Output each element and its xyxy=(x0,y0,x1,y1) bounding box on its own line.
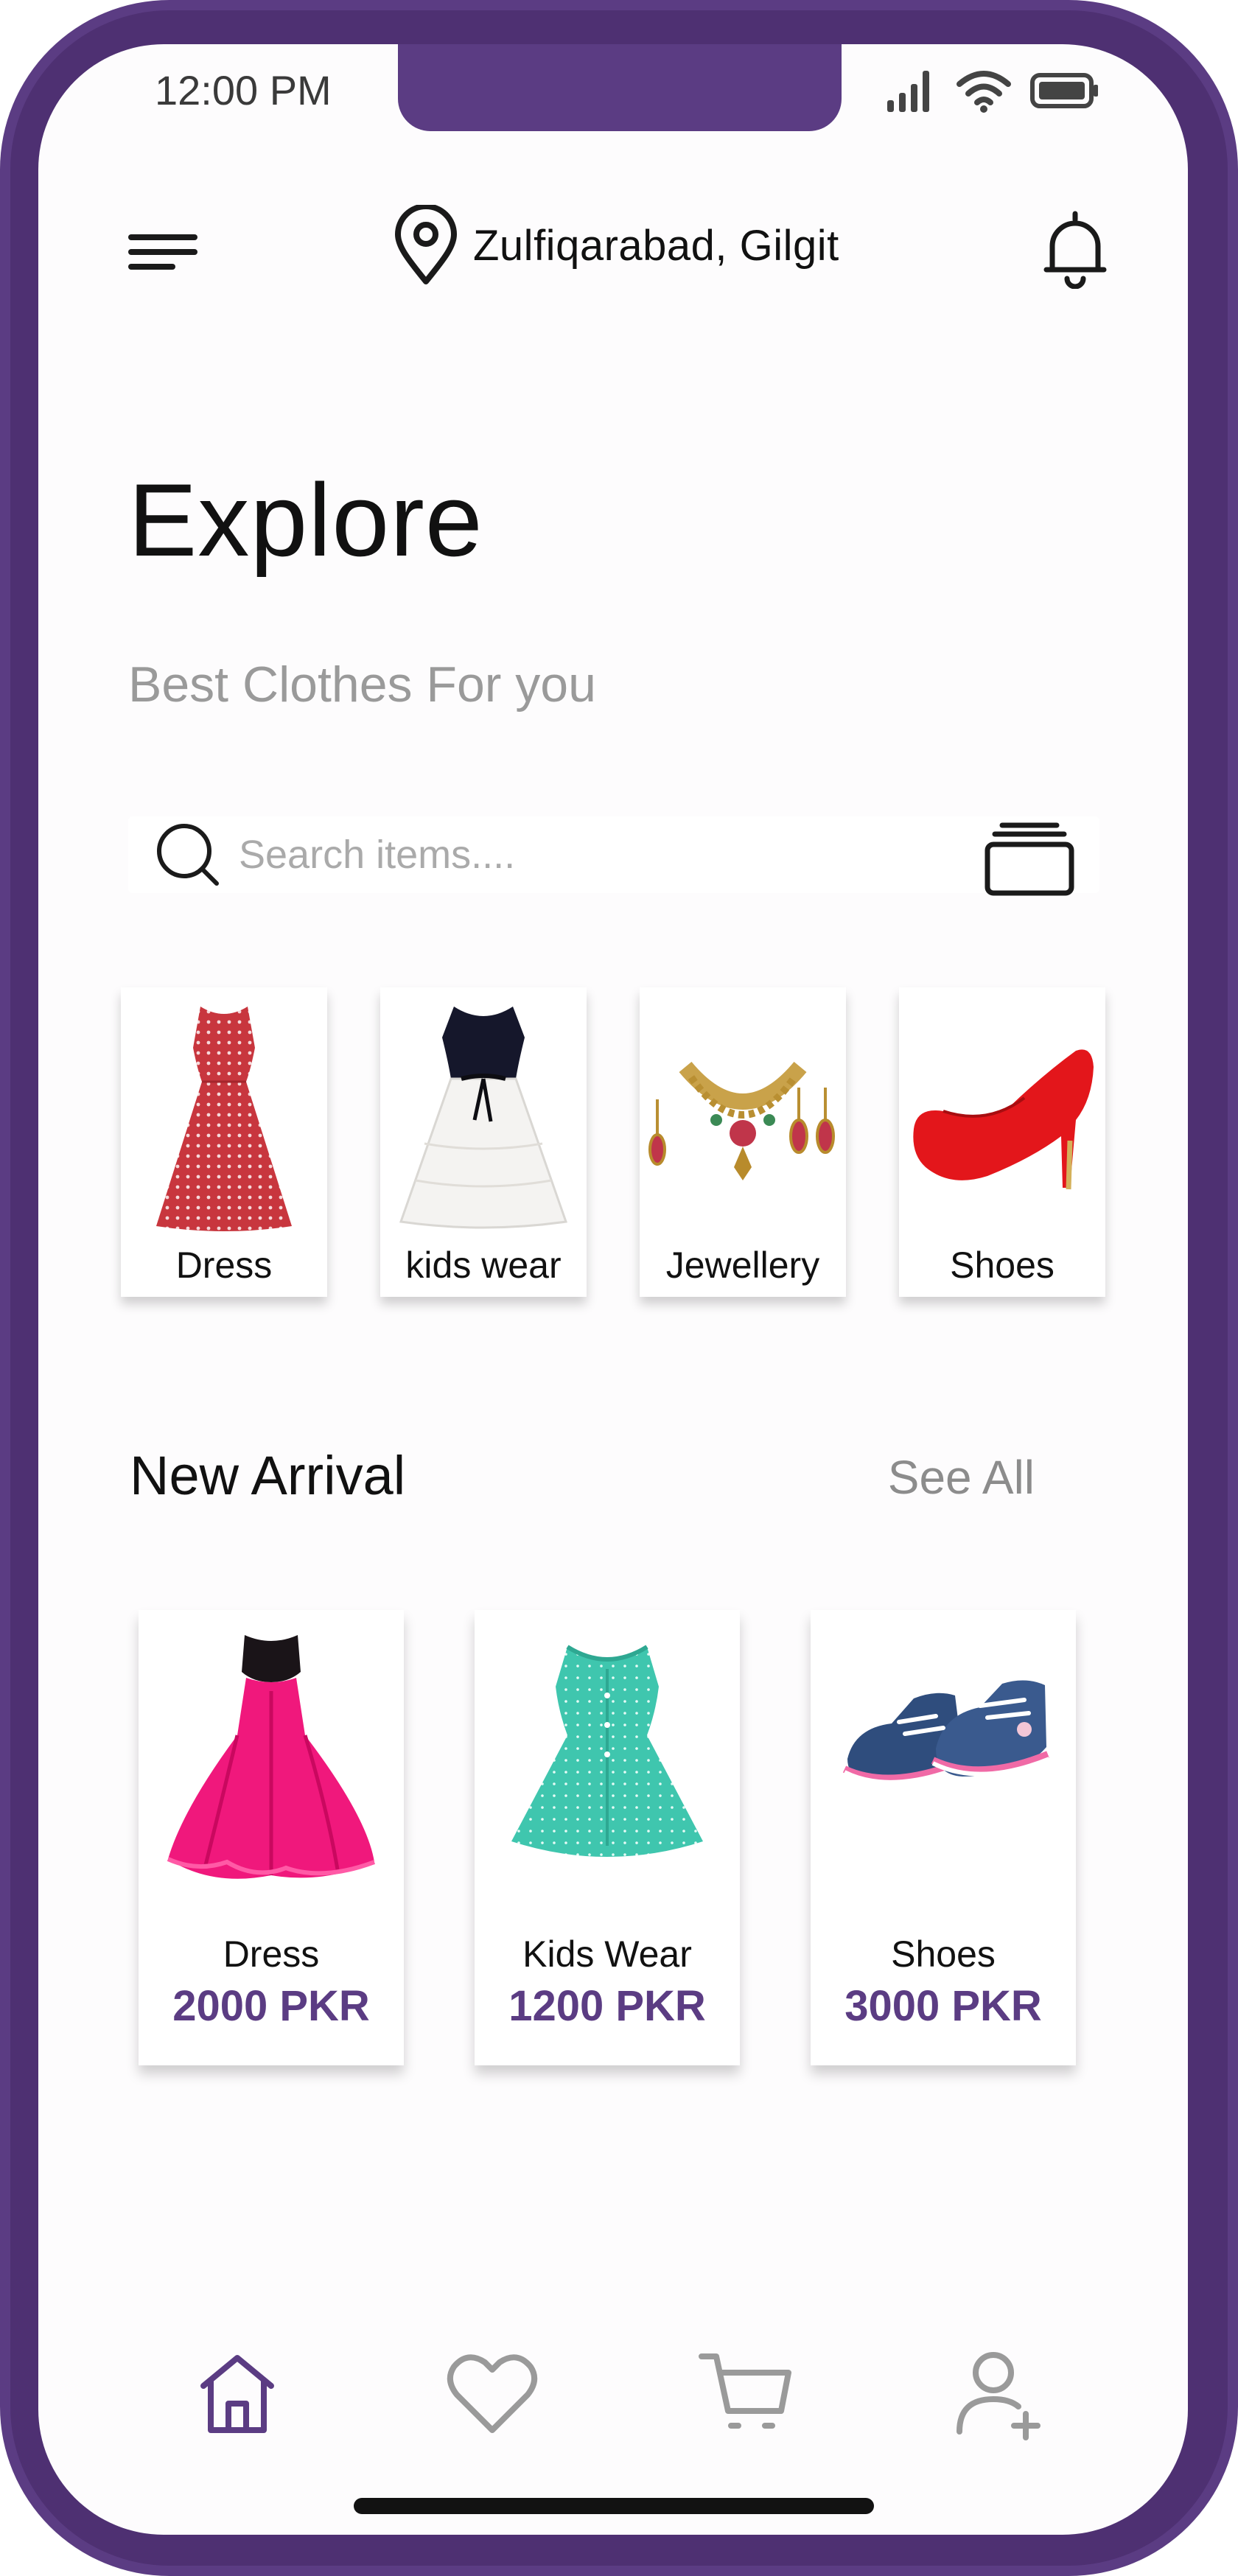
product-name: Kids Wear xyxy=(522,1933,692,1975)
search-input[interactable] xyxy=(237,831,903,878)
section-title-new-arrival: New Arrival xyxy=(130,1445,406,1506)
heart-icon[interactable] xyxy=(441,2343,544,2446)
product-card-dress[interactable]: Dress 2000 PKR xyxy=(139,1610,404,2065)
status-icons xyxy=(886,68,1101,113)
app-screen: 12:00 PM Zulfiqarabad, Gilgit Explore Be… xyxy=(38,44,1188,2535)
kids-white-dress-image xyxy=(399,1007,568,1229)
red-high-heel-image xyxy=(913,1049,1094,1190)
teal-kids-dress-image xyxy=(511,1645,703,1857)
product-name: Shoes xyxy=(891,1933,996,1975)
cart-icon[interactable] xyxy=(694,2343,797,2446)
category-label: kids wear xyxy=(405,1245,562,1286)
search-icon xyxy=(157,824,219,886)
location-text: Zulfiqarabad, Gilgit xyxy=(473,221,839,270)
bottom-navigation xyxy=(38,2343,1188,2461)
red-polka-dress-image xyxy=(156,1007,292,1231)
product-card-shoes[interactable]: Shoes 3000 PKR xyxy=(811,1610,1076,2065)
wifi-icon xyxy=(957,71,1011,113)
category-dress[interactable]: Dress xyxy=(121,987,327,1297)
home-icon[interactable] xyxy=(186,2343,289,2446)
necklace-earrings-image xyxy=(648,1061,835,1180)
status-time: 12:00 PM xyxy=(155,67,332,113)
signal-icon xyxy=(887,71,929,112)
category-shoes[interactable]: Shoes xyxy=(899,987,1105,1297)
product-price: 1200 PKR xyxy=(508,1982,706,2030)
pink-gown-image xyxy=(167,1635,376,1879)
add-user-icon[interactable] xyxy=(949,2343,1052,2446)
product-name: Dress xyxy=(223,1933,320,1975)
category-list: Dress kids wear Jewellery Shoes xyxy=(121,987,1167,1297)
home-indicator[interactable] xyxy=(354,2498,874,2514)
map-pin-icon xyxy=(395,205,457,284)
category-label: Shoes xyxy=(950,1245,1055,1286)
new-arrival-list: Dress 2000 PKR Kids Wear 1200 PKR Shoes … xyxy=(139,1610,1126,2067)
page-subtitle: Best Clothes For you xyxy=(128,657,596,713)
product-price: 2000 PKR xyxy=(172,1982,370,2030)
menu-icon[interactable] xyxy=(127,227,200,279)
page-title: Explore xyxy=(128,462,483,578)
phone-frame: 12:00 PM Zulfiqarabad, Gilgit Explore Be… xyxy=(0,0,1238,2576)
see-all-link[interactable]: See All xyxy=(888,1450,1035,1505)
bell-icon[interactable] xyxy=(1042,208,1108,289)
product-price: 3000 PKR xyxy=(844,1982,1042,2030)
denim-sneakers-image xyxy=(842,1680,1051,1785)
phone-notch xyxy=(398,44,842,131)
category-label: Jewellery xyxy=(665,1245,820,1286)
category-kids-wear[interactable]: kids wear xyxy=(380,987,587,1297)
search-bar xyxy=(128,816,1099,896)
battery-icon xyxy=(1030,73,1098,108)
category-jewellery[interactable]: Jewellery xyxy=(640,987,846,1297)
category-label: Dress xyxy=(175,1245,273,1286)
location-selector[interactable]: Zulfiqarabad, Gilgit xyxy=(392,205,839,286)
filter-icon[interactable] xyxy=(982,819,1077,900)
product-card-kids-wear[interactable]: Kids Wear 1200 PKR xyxy=(475,1610,740,2065)
